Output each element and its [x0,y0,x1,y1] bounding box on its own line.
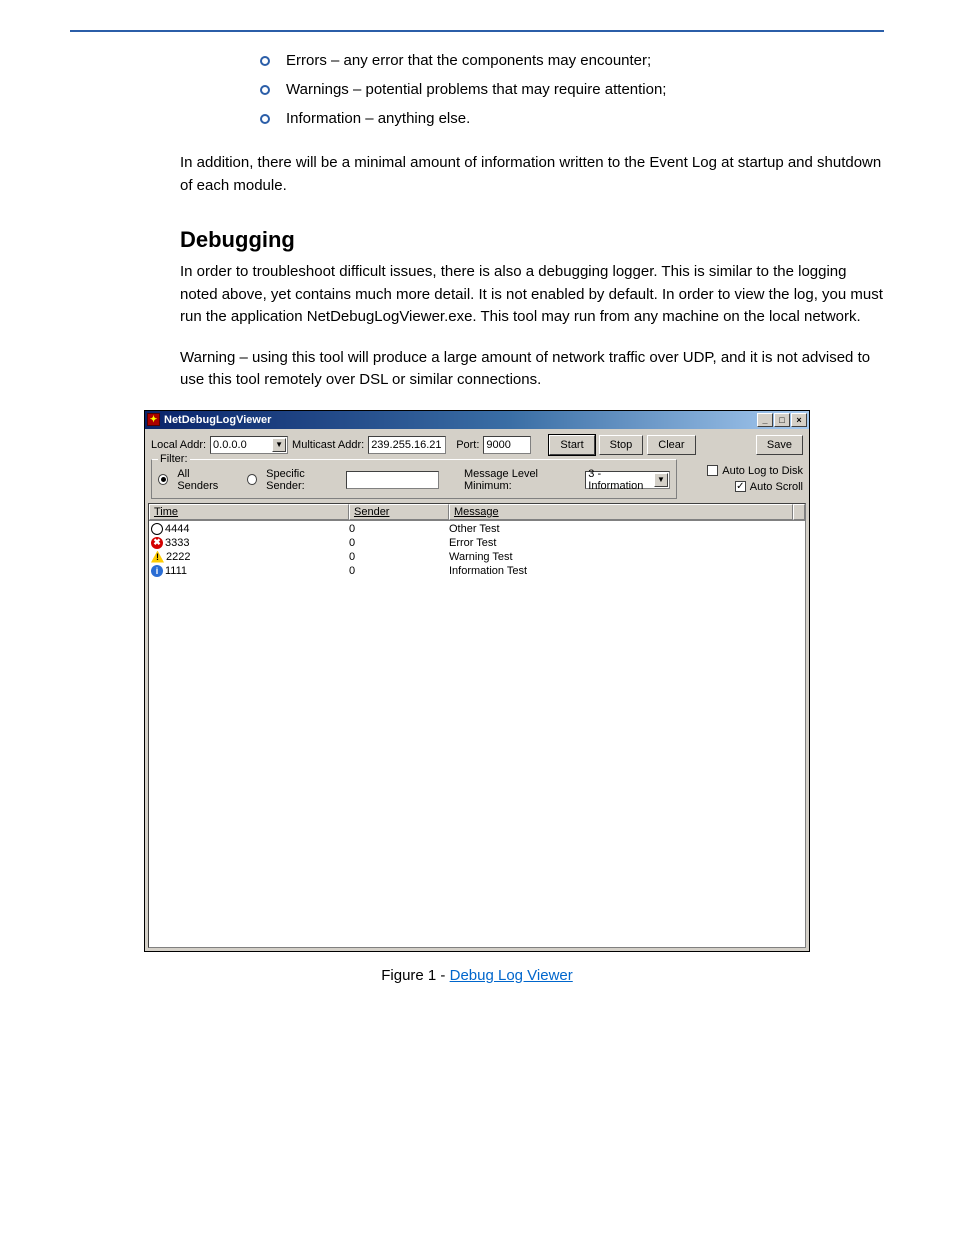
horizontal-rule [70,30,884,32]
figure-caption: Figure 1 - Debug Log Viewer [70,967,884,984]
level-label: Message Level Minimum: [464,468,579,492]
multicast-value: 239.255.16.21 [371,439,441,451]
cell-time: 2222 [166,551,190,563]
cell-time: 4444 [165,523,189,535]
autolog-label: Auto Log to Disk [722,465,803,477]
bullet-text: Warnings – potential problems that may r… [286,81,666,98]
list-item: Warnings – potential problems that may r… [260,81,884,98]
level-value: 3 - Information [588,468,653,492]
column-time[interactable]: Time [149,504,349,520]
autoscroll-row[interactable]: Auto Scroll [735,481,803,493]
table-row[interactable]: 4444 0Other Test [149,522,805,536]
localaddr-value: 0.0.0.0 [213,439,247,451]
section-heading: Debugging [180,227,884,253]
log-list[interactable]: Time Sender Message 44440Other Test✖3333… [148,503,806,948]
paragraph: In order to troubleshoot difficult issue… [180,261,884,329]
paragraph: Warning – using this tool will produce a… [180,347,884,392]
all-senders-radio[interactable] [158,474,168,485]
specific-sender-radio[interactable] [247,474,257,485]
port-label: Port: [456,439,479,451]
filter-groupbox: Filter: All Senders Specific Sender: Mes… [151,459,677,499]
cell-sender: 0 [349,523,449,535]
port-value: 9000 [486,439,510,451]
localaddr-label: Local Addr: [151,439,206,451]
all-senders-label: All Senders [177,468,229,492]
cell-message: Other Test [449,523,803,535]
cell-message: Warning Test [449,551,803,563]
other-icon [151,523,163,535]
localaddr-combo[interactable]: 0.0.0.0 ▼ [210,436,288,454]
cell-message: Information Test [449,565,803,577]
save-button[interactable]: Save [756,435,803,455]
specific-sender-label: Specific Sender: [266,468,340,492]
error-icon: ✖ [151,537,163,549]
bullet-icon [260,85,270,95]
figure-link[interactable]: Debug Log Viewer [450,967,573,984]
list-item: Errors – any error that the components m… [260,52,884,69]
warn-icon: ! [151,551,164,563]
bullet-icon [260,56,270,66]
titlebar[interactable]: ✦ NetDebugLogViewer _ □ × [145,411,809,429]
chevron-down-icon[interactable]: ▼ [272,438,286,452]
cell-sender: 0 [349,537,449,549]
bullet-icon [260,114,270,124]
start-button[interactable]: Start [549,435,594,455]
log-body: 44440Other Test✖33330Error Test!22220War… [149,521,805,947]
bullet-text: Information – anything else. [286,110,470,127]
cell-sender: 0 [349,551,449,563]
figure-label: Figure 1 - [381,967,445,984]
table-row[interactable]: ✖3333 0Error Test [149,536,805,550]
info-icon: i [151,565,163,577]
paragraph: In addition, there will be a minimal amo… [180,152,884,197]
column-spacer [793,504,805,520]
table-row[interactable]: i1111 0Information Test [149,564,805,578]
level-combo[interactable]: 3 - Information ▼ [585,471,670,489]
toolbar: Local Addr: 0.0.0.0 ▼ Multicast Addr: 23… [145,429,809,459]
cell-message: Error Test [449,537,803,549]
autoscroll-checkbox[interactable] [735,481,746,492]
column-message[interactable]: Message [449,504,793,520]
table-row[interactable]: !2222 0Warning Test [149,550,805,564]
bullet-list: Errors – any error that the components m… [260,52,884,127]
app-icon: ✦ [147,413,160,426]
multicast-input[interactable]: 239.255.16.21 [368,436,446,454]
list-item: Information – anything else. [260,110,884,127]
chevron-down-icon[interactable]: ▼ [654,473,668,487]
autolog-checkbox[interactable] [707,465,718,476]
cell-time: 1111 [165,565,187,577]
minimize-button[interactable]: _ [757,413,773,427]
autolog-row[interactable]: Auto Log to Disk [707,465,803,477]
window-title: NetDebugLogViewer [164,414,271,426]
specific-sender-input[interactable] [346,471,439,489]
autoscroll-label: Auto Scroll [750,481,803,493]
stop-button[interactable]: Stop [599,435,644,455]
column-sender[interactable]: Sender [349,504,449,520]
clear-button[interactable]: Clear [647,435,695,455]
cell-time: 3333 [165,537,189,549]
app-window: ✦ NetDebugLogViewer _ □ × Local Addr: 0.… [144,410,810,952]
log-header[interactable]: Time Sender Message [149,504,805,521]
port-input[interactable]: 9000 [483,436,531,454]
bullet-text: Errors – any error that the components m… [286,52,651,69]
cell-sender: 0 [349,565,449,577]
filter-legend: Filter: [158,453,190,465]
multicast-label: Multicast Addr: [292,439,364,451]
close-button[interactable]: × [791,413,807,427]
maximize-button[interactable]: □ [774,413,790,427]
